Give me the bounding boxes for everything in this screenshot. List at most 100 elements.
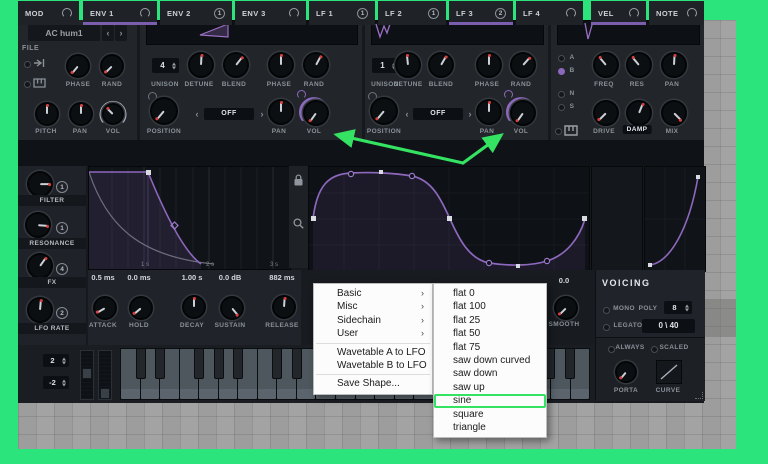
submenu-item-triangle[interactable]: triangle: [434, 421, 546, 434]
resize-corner[interactable]: [695, 392, 703, 399]
curve-display[interactable]: [656, 360, 682, 384]
sample-keytrack-radio[interactable]: [24, 81, 31, 88]
osc2-blend-knob[interactable]: [428, 52, 454, 78]
porta-knob[interactable]: [615, 361, 637, 383]
osc1-phase-knob[interactable]: [268, 52, 294, 78]
voice-value-display[interactable]: 0 \ 40: [642, 319, 695, 333]
pitch-wheel[interactable]: [80, 350, 94, 400]
filter-keytrack-radio[interactable]: [555, 128, 562, 135]
sample-pan-knob[interactable]: [69, 102, 93, 126]
osc1-mode-next[interactable]: ›: [257, 108, 267, 120]
osc2-rand-knob[interactable]: [510, 52, 536, 78]
sample-loop-radio[interactable]: [24, 61, 31, 68]
mod-wheel-handle[interactable]: [100, 388, 110, 399]
envelope-editor[interactable]: 1 s 2 s 3 s: [88, 166, 291, 270]
submenu-item-flat-0[interactable]: flat 0: [434, 287, 546, 300]
pitch-wheel-handle[interactable]: [82, 368, 92, 379]
octave-up-stepper[interactable]: 2: [43, 354, 69, 367]
tab-env3[interactable]: ENV 3: [235, 1, 306, 25]
osc1-vol-knob[interactable]: [303, 100, 329, 126]
sample-next-button[interactable]: ›: [115, 25, 127, 41]
hold-knob[interactable]: [129, 296, 153, 320]
tab-mod[interactable]: MOD: [18, 1, 79, 25]
filter-damp-pill[interactable]: DAMP: [623, 125, 652, 134]
submenu-item-flat-100[interactable]: flat 100: [434, 300, 546, 313]
filter-freq-knob[interactable]: [593, 52, 619, 78]
osc1-mode-selector[interactable]: OFF: [204, 108, 254, 120]
black-key[interactable]: [565, 349, 575, 379]
osc2-phase-knob[interactable]: [476, 52, 502, 78]
osc1-blend-knob[interactable]: [223, 52, 249, 78]
sample-vol-knob[interactable]: [102, 103, 124, 125]
lock-icon[interactable]: [294, 174, 303, 186]
black-key[interactable]: [272, 349, 282, 379]
sample-prev-button[interactable]: ‹: [102, 25, 114, 41]
sample-pitch-knob[interactable]: [35, 102, 59, 126]
mod-resonance-knob[interactable]: [25, 212, 51, 238]
velocity-curve-display[interactable]: [644, 166, 706, 272]
sample-name-display[interactable]: AC hum1: [28, 25, 100, 41]
filter-route-a-radio[interactable]: [558, 55, 565, 62]
osc2-mode-prev[interactable]: ‹: [402, 108, 412, 120]
osc2-mode-next[interactable]: ›: [465, 108, 475, 120]
filter-res-knob[interactable]: [626, 52, 652, 78]
poly-stepper[interactable]: 8: [664, 301, 692, 314]
stepper-arrows-icon[interactable]: [62, 379, 66, 386]
decay-knob[interactable]: [182, 295, 206, 319]
black-key[interactable]: [155, 349, 165, 379]
tab-env2[interactable]: ENV 21: [160, 1, 232, 25]
mod-filter-knob[interactable]: [27, 171, 53, 197]
stepper-arrows-icon[interactable]: [172, 62, 176, 69]
black-key[interactable]: [292, 349, 302, 379]
black-key[interactable]: [136, 349, 146, 379]
menu-item-wavetable-b-to-lfo[interactable]: Wavetable B to LFO: [314, 359, 432, 372]
osc1-position-knob[interactable]: [150, 97, 178, 125]
mod-wheel[interactable]: [98, 350, 112, 400]
osc1-detune-knob[interactable]: [188, 52, 214, 78]
smooth-knob[interactable]: [554, 296, 578, 320]
mod-fx-knob[interactable]: [27, 253, 53, 279]
submenu-item-saw-up[interactable]: saw up: [434, 381, 546, 394]
always-radio[interactable]: [608, 346, 615, 353]
magnifier-icon[interactable]: [293, 218, 304, 229]
legato-radio[interactable]: [603, 324, 610, 331]
osc2-position-knob[interactable]: [370, 97, 398, 125]
submenu-item-flat-25[interactable]: flat 25: [434, 314, 546, 327]
black-key[interactable]: [214, 349, 224, 379]
sample-phase-knob[interactable]: [66, 54, 90, 78]
scaled-radio[interactable]: [651, 346, 658, 353]
osc2-detune-knob[interactable]: [395, 52, 421, 78]
tab-env1[interactable]: ENV 1: [83, 1, 157, 25]
filter-mix-knob[interactable]: [661, 100, 687, 126]
submenu-item-flat-50[interactable]: flat 50: [434, 327, 546, 340]
filter-route-b-radio[interactable]: [558, 68, 565, 75]
menu-item-misc[interactable]: Misc›: [314, 300, 432, 313]
submenu-item-saw-down-curved[interactable]: saw down curved: [434, 354, 546, 367]
osc1-mode-prev[interactable]: ‹: [192, 108, 202, 120]
filter-pan-knob[interactable]: [661, 52, 687, 78]
filter-route-n-radio[interactable]: [558, 91, 565, 98]
filter-route-s-radio[interactable]: [558, 104, 565, 111]
stepper-arrows-icon[interactable]: [62, 357, 66, 364]
tab-note[interactable]: NOTE: [649, 1, 704, 25]
filter-damp-knob[interactable]: [626, 100, 652, 126]
menu-item-user[interactable]: User›: [314, 327, 432, 340]
menu-item-basic[interactable]: Basic›: [314, 287, 432, 300]
submenu-item-square[interactable]: square: [434, 408, 546, 421]
submenu-item-sine-highlighted[interactable]: sine: [434, 394, 546, 407]
osc1-unison-stepper[interactable]: 4: [152, 58, 179, 73]
menu-item-wavetable-a-to-lfo[interactable]: Wavetable A to LFO: [314, 346, 432, 359]
sample-rand-knob[interactable]: [100, 54, 124, 78]
submenu-item-flat-75[interactable]: flat 75: [434, 341, 546, 354]
sustain-knob[interactable]: [220, 296, 244, 320]
tab-lf3[interactable]: LF 32: [449, 1, 513, 25]
submenu-item-saw-down[interactable]: saw down: [434, 367, 546, 380]
mono-radio[interactable]: [603, 307, 610, 314]
tab-lf2[interactable]: LF 21: [378, 1, 446, 25]
osc2-vol-knob[interactable]: [510, 100, 536, 126]
menu-item-sidechain[interactable]: Sidechain›: [314, 314, 432, 327]
attack-knob[interactable]: [93, 296, 117, 320]
tab-vel[interactable]: VEL: [591, 1, 646, 25]
octave-down-stepper[interactable]: -2: [43, 376, 69, 389]
stepper-arrows-icon[interactable]: [685, 304, 689, 311]
